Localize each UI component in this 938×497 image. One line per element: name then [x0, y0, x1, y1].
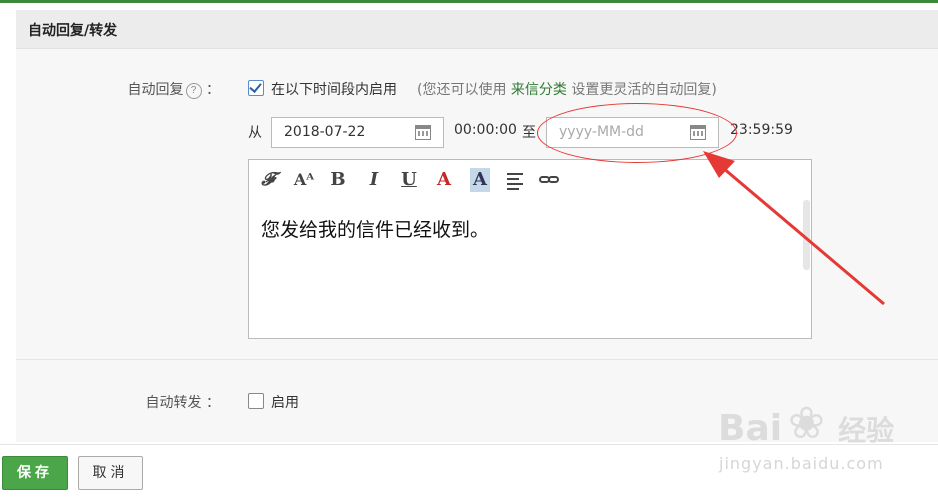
watermark-url: jingyan.baidu.com — [719, 454, 884, 473]
watermark-logo-text: Bai — [718, 408, 783, 449]
paw-icon: ❀ — [788, 398, 825, 449]
watermark-logo-text2: 经验 — [838, 414, 895, 447]
